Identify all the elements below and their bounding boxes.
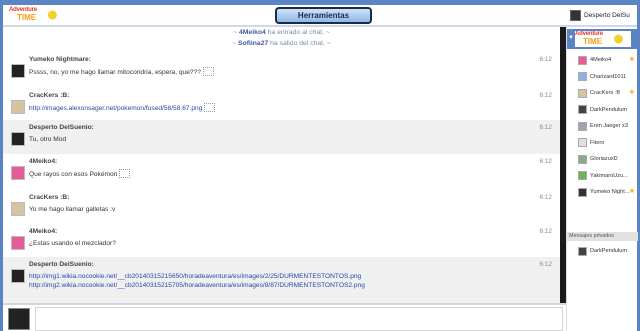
user-name: Charizard1011 [590,73,627,80]
sidebar-logo: Adventure TIME [575,31,631,47]
message-time: 6:12 [539,228,552,235]
user-name: 4Meiko4 [590,57,612,64]
message-time: 6:12 [539,194,552,201]
user-avatar [578,55,587,65]
chat-message: Desperto DelSuenio: 6:12 Tu, otro Mod [3,120,560,154]
user-list-item[interactable]: Fitero [567,135,638,152]
user-list-sidebar: ▼ Adventure TIME 4Meiko4 ★ Charizard1011 Cr… [566,27,638,331]
avatar[interactable] [11,64,25,78]
user-name: YakimaroUzu... [590,172,628,179]
current-user-name: Desperto DelSu [584,11,630,19]
emoticon-icon [202,67,214,76]
user-list-item[interactable]: YakimaroUzu... [567,168,638,185]
user-list-item[interactable]: DarkPendulum [567,243,638,260]
user-avatar [578,88,587,98]
user-avatar [578,121,587,131]
moderator-star-icon: ★ [628,56,635,63]
user-avatar [578,138,587,148]
message-text: Tu, otro Mod [29,136,67,143]
message-text: Pssss, no, yo me hago llamar mitocondria… [29,69,201,76]
emoticon-icon [204,103,216,112]
user-list-item[interactable]: Eren Jaeger x3 [567,118,638,135]
message-author[interactable]: 4Meiko4: [29,158,57,165]
user-name: CracKers :B [590,90,621,97]
avatar[interactable] [11,166,25,180]
user-name: Fitero [590,139,605,146]
message-composer [3,305,566,331]
message-time: 6:12 [539,124,552,131]
message-text: ¿Estas usando el mezclador? [29,240,116,247]
user-avatar [578,171,587,181]
wiki-logo[interactable]: Adventure TIME [9,7,65,23]
user-list-item[interactable]: Yumeko Night... ★ [567,184,638,201]
user-list-item[interactable]: Charizard1011 [567,69,638,86]
chat-message: 4Meiko4: 6:12 Que rayos con esos Pokémon [3,154,560,190]
message-text: Yo me hago llamar galletas :v [29,206,116,213]
message-author[interactable]: Yumeko Nightmare: [29,56,91,63]
message-author[interactable]: 4Meiko4: [29,228,57,235]
collapse-triangle-icon[interactable]: ▼ [568,35,574,41]
sidebar-header: ▼ Adventure TIME [567,29,638,49]
private-messages-title: Mensajes privados [567,232,638,241]
system-message: ~ Sofiina27 ha salido del chat. ~ [232,40,331,47]
logo-text-bottom: TIME [583,37,603,46]
user-avatar [578,154,587,164]
moderator-star-icon: ★ [628,188,635,195]
user-avatar [578,187,587,197]
message-time: 6:12 [539,56,552,63]
emoticon-icon [119,169,131,178]
chat-message: Yumeko Nightmare: 6:12 Pssss, no, yo me … [3,52,560,88]
current-user[interactable]: Desperto DelSu [570,8,630,22]
current-user-avatar [570,9,581,21]
message-author[interactable]: CracKers :B: [29,194,69,201]
user-avatar [578,105,587,115]
message-link[interactable]: http://images.alexonsager.net/pokemon/fu… [29,105,202,112]
chat-message: 4Meiko4: 6:12 ¿Estas usando el mezclador… [3,224,560,257]
message-link[interactable]: http://img1.wikia.nocookie.net/__cb20140… [29,273,361,280]
user-list-item[interactable]: GloriazuxD [567,151,638,168]
message-input[interactable] [35,307,563,331]
message-link[interactable]: http://img2.wikia.nocookie.net/__cb20140… [29,282,365,289]
avatar[interactable] [11,269,25,283]
user-list-item[interactable]: DarkPendulum [567,102,638,119]
message-time: 6:12 [539,261,552,268]
avatar[interactable] [11,132,25,146]
user-name: DarkPendulum [590,106,627,113]
user-list-item[interactable]: CracKers :B ★ [567,85,638,102]
chat-message: CracKers :B: 6:12 Yo me hago llamar gall… [3,190,560,224]
avatar[interactable] [11,100,25,114]
online-users-list: 4Meiko4 ★ Charizard1011 CracKers :B ★ DarkPen… [567,52,638,201]
tools-button[interactable]: Herramientas [275,7,372,24]
message-time: 6:12 [539,158,552,165]
logo-text-bottom: TIME [17,13,37,22]
message-text: Que rayos con esos Pokémon [29,171,118,178]
moderator-star-icon: ★ [628,89,635,96]
chat-message: Desperto DelSuenio: 6:12 http://img1.wik… [3,257,560,303]
chat-message: CracKers :B: 6:12 http://images.alexonsa… [3,88,560,120]
system-message: ~ 4Meiko4 ha entrado al chat. ~ [233,29,330,36]
self-avatar [8,308,30,330]
user-name: DarkPendulum [590,248,627,255]
user-avatar [578,72,587,82]
avatar[interactable] [11,202,25,216]
logo-characters-icon [47,8,65,22]
logo-characters-icon [613,32,631,46]
user-name: Eren Jaeger x3 [590,123,628,130]
user-name: Yumeko Night... [590,189,630,196]
message-author[interactable]: CracKers :B: [29,92,69,99]
user-name: GloriazuxD [590,156,618,163]
message-author[interactable]: Desperto DelSuenio: [29,261,94,268]
message-time: 6:12 [539,92,552,99]
chat-header: Adventure TIME Herramientas Desperto Del… [3,5,637,25]
user-avatar [578,246,587,256]
private-messages-list: DarkPendulum [567,243,638,260]
chat-messages[interactable]: ~ 4Meiko4 ha entrado al chat. ~ ~ Sofiin… [3,27,560,303]
avatar[interactable] [11,236,25,250]
user-list-item[interactable]: 4Meiko4 ★ [567,52,638,69]
message-author[interactable]: Desperto DelSuenio: [29,124,94,131]
